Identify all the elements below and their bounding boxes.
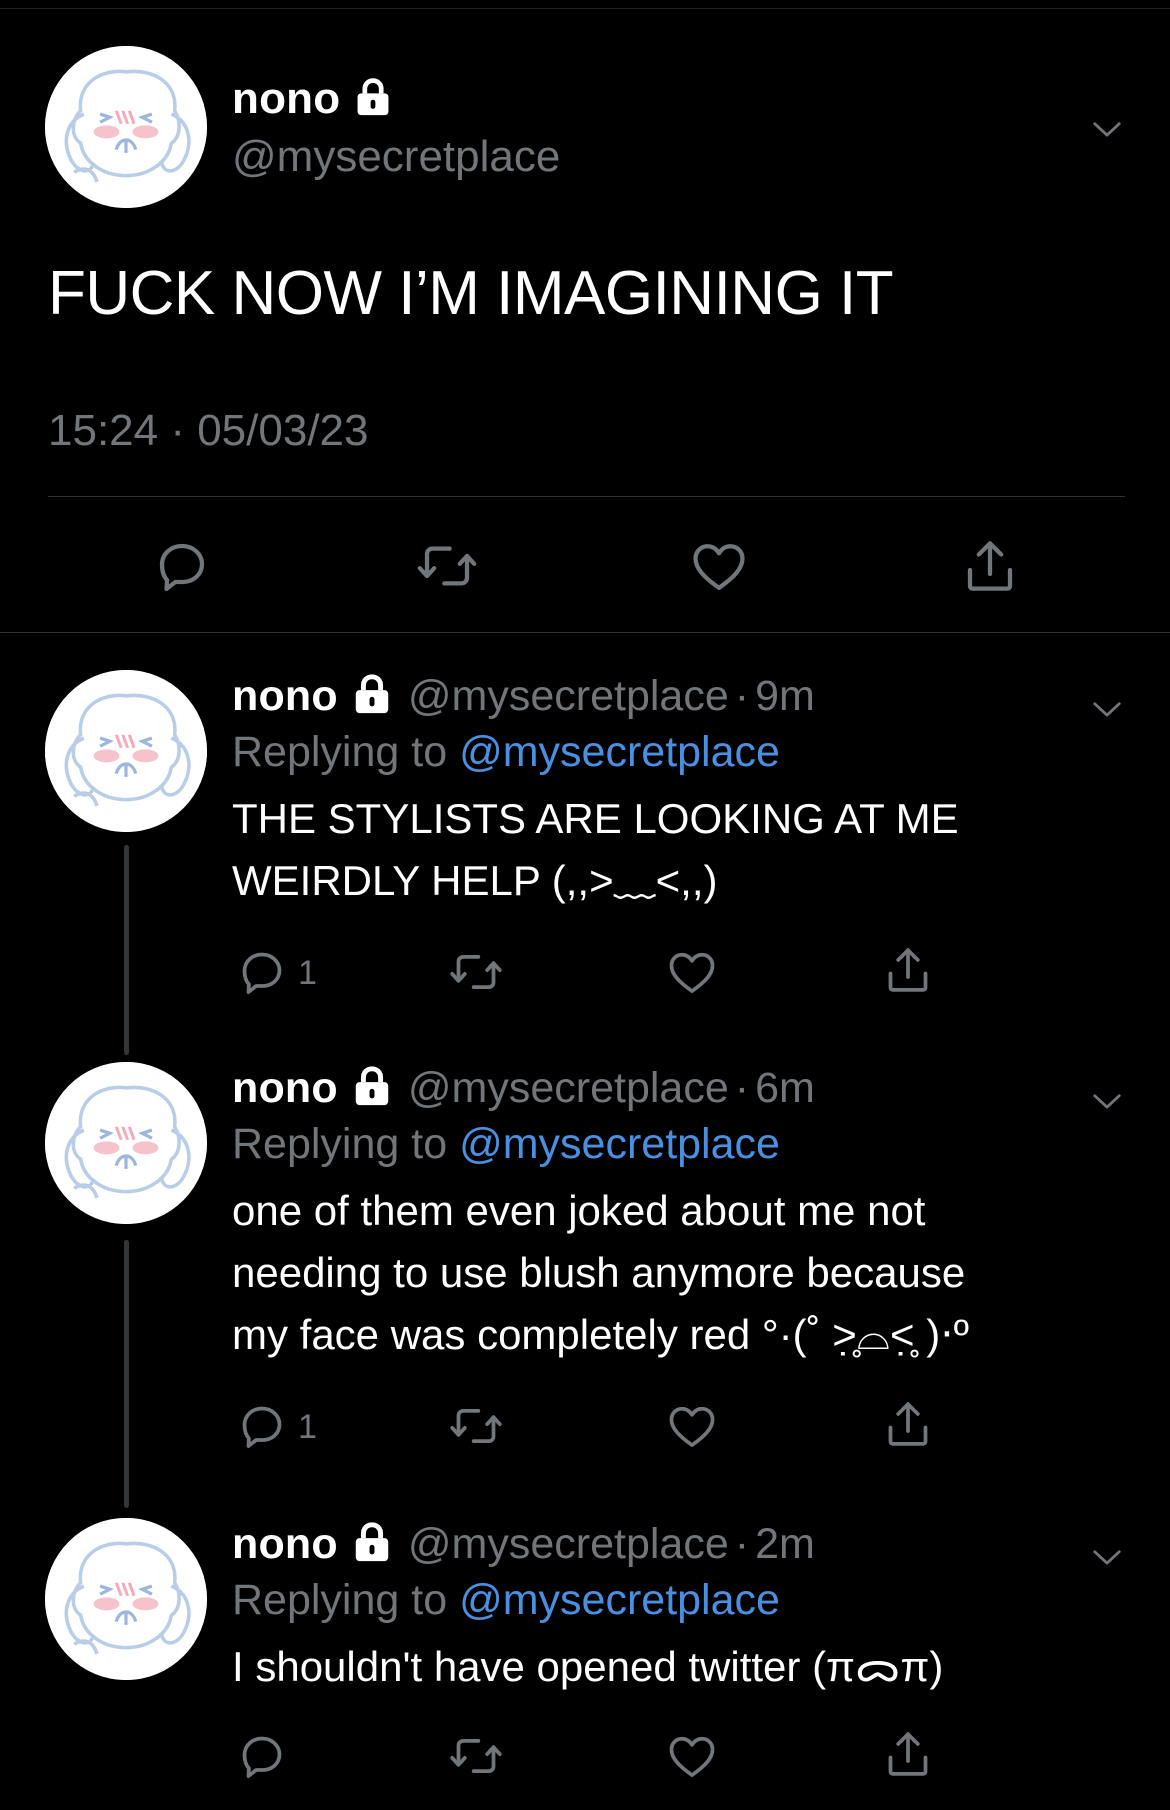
text-line: one of them even joked about me not: [232, 1187, 926, 1234]
thread-line: [124, 1240, 129, 1508]
tweet-text: FUCK NOW I’M IMAGINING IT: [48, 259, 894, 328]
display-name[interactable]: nono: [232, 1520, 338, 1569]
retweet-icon[interactable]: [446, 1398, 506, 1459]
replying-prefix: Replying to: [232, 1120, 460, 1168]
share-icon[interactable]: [880, 1396, 936, 1457]
tweet-text: one of them even joked about me not need…: [232, 1180, 1132, 1366]
share-icon[interactable]: [880, 942, 936, 1003]
reply-time[interactable]: 2m: [755, 1520, 815, 1569]
speech-bubble-icon[interactable]: [150, 534, 214, 603]
replying-to: Replying to @mysecretplace: [232, 1576, 780, 1625]
mention-link[interactable]: @mysecretplace: [459, 1120, 780, 1168]
speech-bubble-icon[interactable]: [234, 1728, 290, 1789]
mention-link[interactable]: @mysecretplace: [459, 1576, 780, 1624]
lock-icon: [354, 77, 392, 122]
tweet-timestamp[interactable]: 15:24 · 05/03/23: [48, 406, 368, 456]
avatar[interactable]: [45, 1062, 207, 1224]
replying-prefix: Replying to: [232, 728, 460, 776]
share-icon[interactable]: [958, 534, 1022, 603]
text-line: my face was completely red °·(˚ ˃̣̣̥⌓˂̣̣…: [232, 1311, 969, 1358]
lock-icon: [352, 1521, 392, 1568]
replying-to: Replying to @mysecretplace: [232, 728, 780, 777]
chevron-down-icon[interactable]: [1086, 1080, 1128, 1127]
reply-tweet[interactable]: nono @mysecretplace · 6m Replying to @my…: [0, 1062, 1170, 1508]
reply-header: nono @mysecretplace · 9m: [232, 670, 815, 722]
divider: [48, 496, 1125, 497]
reply-time[interactable]: 9m: [755, 672, 815, 721]
chevron-down-icon[interactable]: [1086, 1536, 1128, 1583]
text-line: WEIRDLY HELP (,,>﹏<,,): [232, 857, 718, 904]
speech-bubble-icon[interactable]: [234, 1398, 290, 1459]
lock-icon: [352, 1065, 392, 1112]
handle[interactable]: @mysecretplace: [232, 132, 560, 182]
reply-header: nono @mysecretplace · 6m: [232, 1062, 815, 1114]
retweet-icon[interactable]: [446, 1728, 506, 1789]
text-line: needing to use blush anymore because: [232, 1249, 966, 1296]
main-tweet: nono @mysecretplace FUCK NOW I’M IMAGINI…: [0, 0, 1170, 633]
reply-time[interactable]: 6m: [755, 1064, 815, 1113]
author-name-row[interactable]: nono: [232, 74, 392, 124]
retweet-icon[interactable]: [446, 944, 506, 1005]
reply-count: 1: [298, 1408, 317, 1446]
separator-dot: ·: [734, 671, 750, 720]
reply-header: nono @mysecretplace · 2m: [232, 1518, 815, 1570]
display-name[interactable]: nono: [232, 74, 340, 124]
divider: [0, 632, 1170, 633]
display-name[interactable]: nono: [232, 672, 338, 721]
heart-icon[interactable]: [686, 534, 752, 603]
heart-icon[interactable]: [664, 944, 720, 1005]
heart-icon[interactable]: [664, 1728, 720, 1789]
separator-dot: ·: [734, 1519, 750, 1568]
text-line: I shouldn't have opened twitter (πᯅπ): [232, 1643, 944, 1690]
replying-to: Replying to @mysecretplace: [232, 1120, 780, 1169]
avatar[interactable]: [45, 670, 207, 832]
chevron-down-icon[interactable]: [1086, 688, 1128, 735]
lock-icon: [352, 673, 392, 720]
retweet-icon[interactable]: [412, 534, 482, 603]
text-line: THE STYLISTS ARE LOOKING AT ME: [232, 795, 959, 842]
avatar[interactable]: [45, 46, 207, 208]
handle[interactable]: @mysecretplace: [408, 1520, 729, 1569]
share-icon[interactable]: [880, 1726, 936, 1787]
replying-prefix: Replying to: [232, 1576, 460, 1624]
handle[interactable]: @mysecretplace: [408, 1064, 729, 1113]
thread-line: [124, 845, 129, 1055]
reply-count: 1: [298, 954, 317, 992]
tweet-text: I shouldn't have opened twitter (πᯅπ): [232, 1636, 1132, 1698]
display-name[interactable]: nono: [232, 1064, 338, 1113]
mention-link[interactable]: @mysecretplace: [459, 728, 780, 776]
reply-tweet[interactable]: nono @mysecretplace · 2m Replying to @my…: [0, 1518, 1170, 1808]
avatar[interactable]: [45, 1518, 207, 1680]
reply-tweet[interactable]: nono @mysecretplace · 9m Replying to @my…: [0, 670, 1170, 1055]
tweet-text: THE STYLISTS ARE LOOKING AT ME WEIRDLY H…: [232, 788, 1132, 912]
chevron-down-icon[interactable]: [1086, 108, 1128, 155]
speech-bubble-icon[interactable]: [234, 944, 290, 1005]
heart-icon[interactable]: [664, 1398, 720, 1459]
separator-dot: ·: [734, 1063, 750, 1112]
handle[interactable]: @mysecretplace: [408, 672, 729, 721]
